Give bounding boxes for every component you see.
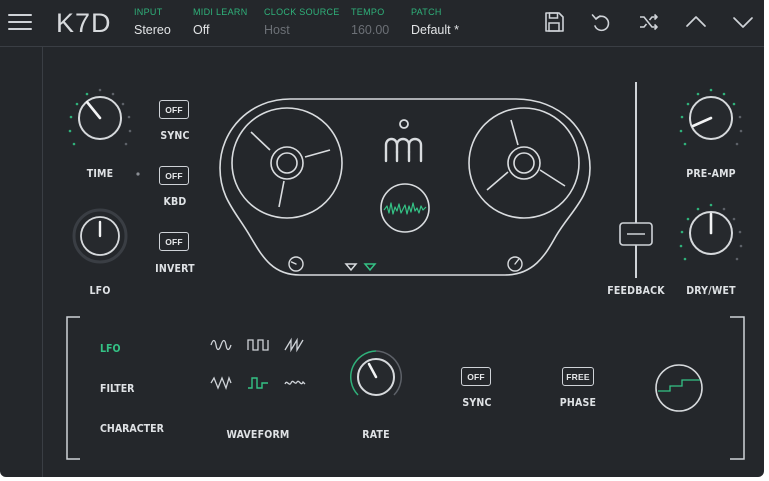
rate-knob[interactable] — [347, 348, 405, 406]
plugin-window: K7D INPUT Stereo MIDI LEARN Off CLOCK SO… — [0, 0, 764, 477]
rate-label: RATE — [362, 429, 390, 441]
tab-lfo[interactable]: LFO — [100, 343, 121, 355]
waveform-noise-icon[interactable] — [284, 376, 306, 390]
waveform-label: WAVEFORM — [226, 429, 290, 441]
waveform-sine-icon[interactable] — [210, 338, 232, 352]
phase-label: PHASE — [559, 397, 597, 409]
tab-character[interactable]: CHARACTER — [100, 423, 164, 435]
waveform-triangle-icon[interactable] — [210, 376, 232, 390]
lfo-preview-icon — [655, 364, 703, 412]
lfo-sync-label: SYNC — [462, 397, 492, 409]
waveform-square-icon[interactable] — [247, 338, 269, 352]
waveform-saw-icon[interactable] — [284, 337, 306, 353]
tab-filter[interactable]: FILTER — [100, 383, 134, 395]
phase-button[interactable]: FREE — [562, 367, 594, 386]
lfo-sync-button[interactable]: OFF — [461, 367, 491, 386]
waveform-stepped-icon[interactable] — [247, 376, 269, 390]
